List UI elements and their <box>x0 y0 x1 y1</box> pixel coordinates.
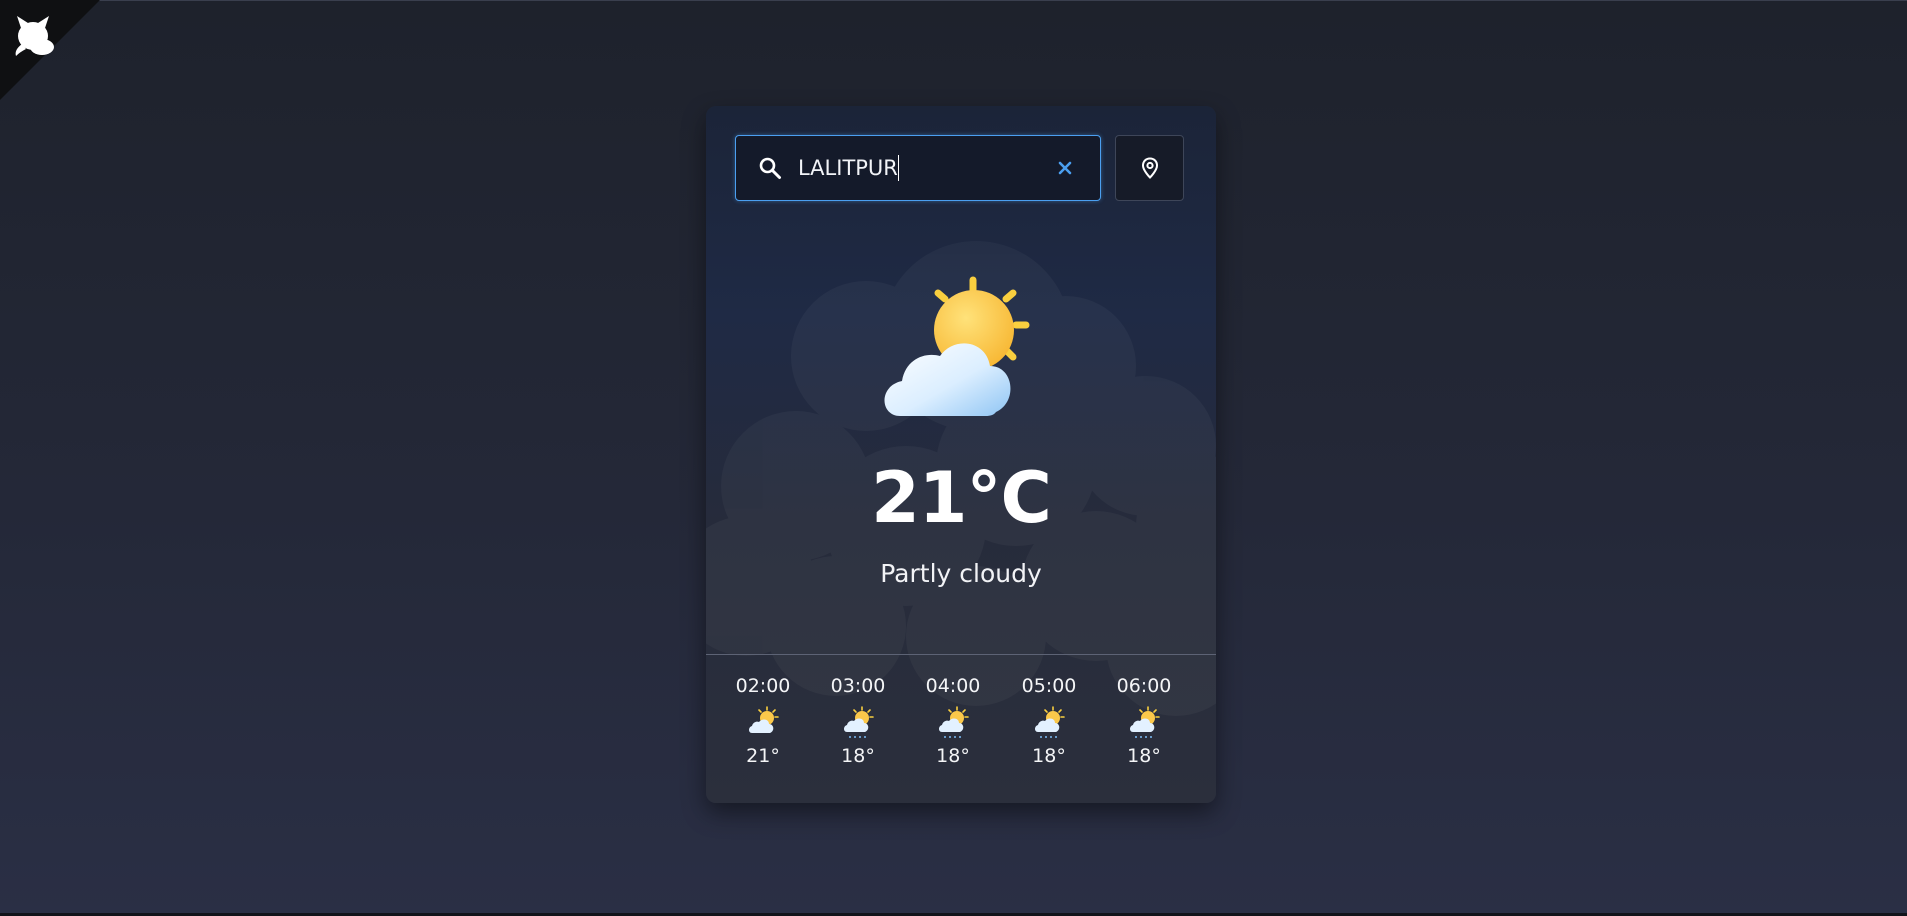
current-temperature: 21°C <box>871 457 1052 539</box>
hourly-time: 05:00 <box>1021 675 1077 697</box>
current-condition: Partly cloudy <box>880 559 1042 588</box>
hourly-temp: 18° <box>841 745 875 767</box>
hourly-temp: 18° <box>936 745 970 767</box>
hourly-item: 05:00 18° <box>1011 674 1087 768</box>
hourly-item: 04:00 18° <box>915 674 991 768</box>
partly-cloudy-icon <box>884 276 1030 416</box>
partly-cloudy-rain-icon <box>844 706 874 738</box>
search-field[interactable] <box>735 135 1101 201</box>
partly-cloudy-rain-icon <box>1035 706 1065 738</box>
current-location-button[interactable] <box>1115 135 1184 201</box>
hourly-item: 03:00 18° <box>820 674 896 768</box>
hourly-time: 06:00 <box>1116 675 1172 697</box>
weather-card: 21°C Partly cloudy 02:00 21° 03:00 18° <box>706 106 1216 803</box>
partly-cloudy-rain-icon <box>1130 706 1160 738</box>
corner-badge[interactable] <box>0 0 100 100</box>
hourly-item: 06:00 18° <box>1106 674 1182 768</box>
close-icon[interactable] <box>1054 157 1076 179</box>
divider <box>706 654 1216 655</box>
hourly-temp: 18° <box>1127 745 1161 767</box>
text-caret <box>898 155 899 181</box>
location-pin-icon <box>1141 157 1159 179</box>
hourly-temp: 21° <box>746 745 780 767</box>
hourly-time: 04:00 <box>925 675 981 697</box>
search-input[interactable] <box>798 154 1038 182</box>
hourly-temp: 18° <box>1032 745 1066 767</box>
hourly-item: 02:00 21° <box>725 674 801 768</box>
search-icon <box>759 157 781 179</box>
partly-cloudy-rain-icon <box>939 706 969 738</box>
window-top-border <box>0 0 1907 1</box>
hourly-time: 03:00 <box>830 675 886 697</box>
hourly-time: 02:00 <box>735 675 791 697</box>
partly-cloudy-icon <box>749 706 779 733</box>
